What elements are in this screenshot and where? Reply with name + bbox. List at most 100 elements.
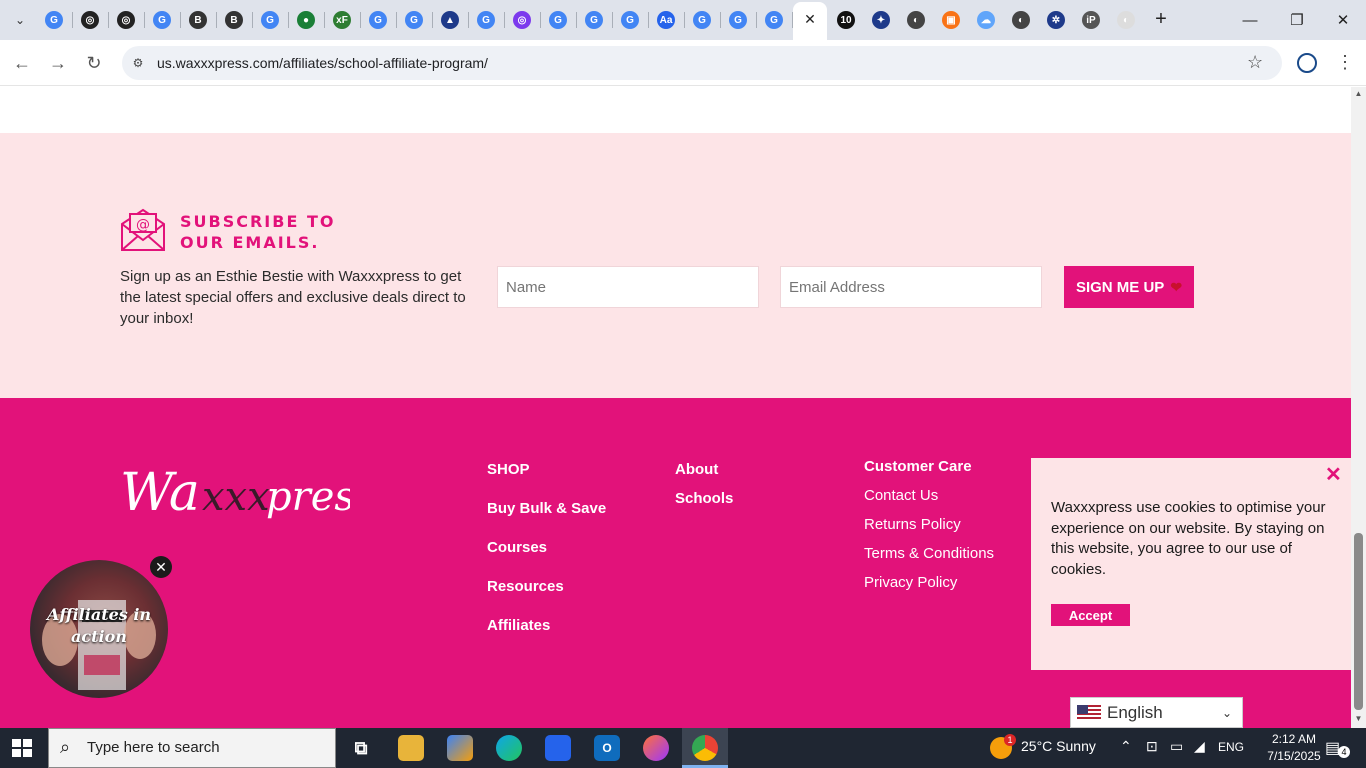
tab-separator xyxy=(468,12,469,28)
tray-chevron-up-icon[interactable]: ⌃ xyxy=(1120,738,1132,755)
file-explorer-icon[interactable] xyxy=(398,735,424,761)
wifi-icon[interactable]: ◢ xyxy=(1194,738,1205,755)
footer-link-privacy[interactable]: Privacy Policy xyxy=(864,574,957,591)
tab-favicon[interactable]: G xyxy=(153,11,171,29)
profile-icon[interactable] xyxy=(1297,53,1317,73)
cookie-close-icon[interactable]: ✕ xyxy=(1325,462,1342,487)
maximize-button[interactable]: ❐ xyxy=(1285,8,1309,32)
footer-link-courses[interactable]: Courses xyxy=(487,539,547,556)
menu-kebab-icon[interactable]: ⋮ xyxy=(1336,52,1354,73)
tab-favicon[interactable]: ◎ xyxy=(513,11,531,29)
bookmark-star-icon[interactable]: ☆ xyxy=(1247,52,1263,73)
tab-separator xyxy=(144,12,145,28)
language-selector[interactable]: English ⌄ xyxy=(1070,697,1243,728)
tab-favicon[interactable]: ▣ xyxy=(942,11,960,29)
meet-icon[interactable]: ⊡ xyxy=(1146,738,1158,755)
tab-favicon[interactable]: ◐ xyxy=(907,11,925,29)
tab-favicon[interactable]: B xyxy=(189,11,207,29)
tab-favicon[interactable]: xF xyxy=(333,11,351,29)
footer-link-bulk[interactable]: Buy Bulk & Save xyxy=(487,500,606,517)
tab-favicon[interactable]: G xyxy=(369,11,387,29)
tab-favicon[interactable]: G xyxy=(765,11,783,29)
tab-favicon[interactable]: ◐ xyxy=(1012,11,1030,29)
tab-favicon[interactable]: B xyxy=(225,11,243,29)
firefox-icon[interactable] xyxy=(643,735,669,761)
footer-link-terms[interactable]: Terms & Conditions xyxy=(864,545,994,562)
forward-arrow-icon[interactable]: → xyxy=(47,52,69,74)
footer-link-schools[interactable]: Schools xyxy=(675,490,733,507)
footer-link-contact[interactable]: Contact Us xyxy=(864,487,938,504)
weather-text[interactable]: 25°C Sunny xyxy=(1021,738,1096,754)
task-view-icon[interactable]: ⧉ xyxy=(348,735,374,761)
tab-favicon[interactable]: G xyxy=(405,11,423,29)
scrollbar-thumb[interactable] xyxy=(1354,533,1363,710)
tab-search-chevron-icon[interactable]: ⌄ xyxy=(8,8,32,32)
subscribe-description: Sign up as an Esthie Bestie with Waxxxpr… xyxy=(120,268,466,327)
tab-separator xyxy=(180,12,181,28)
edge-icon[interactable] xyxy=(496,735,522,761)
battery-icon[interactable]: ▭ xyxy=(1170,738,1183,755)
store-icon[interactable] xyxy=(545,735,571,761)
scroll-up-icon[interactable]: ▲ xyxy=(1353,89,1364,98)
tab-favicon[interactable]: G xyxy=(45,11,63,29)
affiliate-bubble-label: Affiliates in action xyxy=(46,605,152,646)
tab-favicon[interactable]: ● xyxy=(297,11,315,29)
tab-favicon[interactable]: G xyxy=(585,11,603,29)
tab-favicon[interactable]: iP xyxy=(1082,11,1100,29)
subscribe-title: SUBSCRIBE TO OUR EMAILS. xyxy=(180,212,336,252)
tab-favicon[interactable]: G xyxy=(261,11,279,29)
tab-favicon[interactable]: ◎ xyxy=(81,11,99,29)
chrome-icon[interactable] xyxy=(692,735,718,761)
email-input[interactable] xyxy=(780,266,1042,308)
site-info-icon[interactable]: ⚙ xyxy=(128,53,148,73)
tab-favicon[interactable]: 10 xyxy=(837,11,855,29)
windows-start-icon[interactable] xyxy=(12,739,32,757)
footer-link-resources[interactable]: Resources xyxy=(487,578,564,595)
svg-text:xxx: xxx xyxy=(202,474,270,520)
name-input[interactable] xyxy=(497,266,759,308)
back-arrow-icon[interactable]: ← xyxy=(11,52,33,74)
tab-separator xyxy=(432,12,433,28)
language-indicator[interactable]: ENG xyxy=(1218,740,1244,754)
sign-me-up-button[interactable]: SIGN ME UP ❤ xyxy=(1064,266,1194,308)
tab-favicon[interactable]: ☁ xyxy=(977,11,995,29)
tab-favicon[interactable]: G xyxy=(477,11,495,29)
close-window-button[interactable]: ✕ xyxy=(1331,8,1355,32)
tab-favicon[interactable]: G xyxy=(693,11,711,29)
affiliate-close-icon[interactable]: ✕ xyxy=(150,556,172,578)
cookie-accept-button[interactable]: Accept xyxy=(1051,604,1130,626)
svg-text:@: @ xyxy=(136,217,150,233)
tab-separator xyxy=(216,12,217,28)
search-icon: ⌕ xyxy=(60,737,71,757)
tab-favicon[interactable]: ✦ xyxy=(872,11,890,29)
url-text[interactable]: us.waxxxpress.com/affiliates/school-affi… xyxy=(157,55,488,71)
footer-link-about[interactable]: About xyxy=(675,461,718,478)
footer-link-shop[interactable]: SHOP xyxy=(487,461,530,478)
tab-favicon[interactable]: ◐ xyxy=(1117,11,1135,29)
minimize-button[interactable]: — xyxy=(1238,8,1262,32)
tab-separator xyxy=(360,12,361,28)
tab-favicon[interactable]: ✲ xyxy=(1047,11,1065,29)
tab-separator xyxy=(396,12,397,28)
taskbar-clock[interactable]: 2:12 AM 7/15/2025 xyxy=(1262,731,1326,765)
footer-link-affiliates[interactable]: Affiliates xyxy=(487,617,550,634)
tab-favicon[interactable]: ▲ xyxy=(441,11,459,29)
new-tab-button[interactable]: + xyxy=(1150,8,1172,30)
waxxxpress-logo[interactable]: Wa xxx press xyxy=(120,454,350,534)
outlook-icon[interactable]: O xyxy=(594,735,620,761)
tab-separator xyxy=(72,12,73,28)
clock-date: 7/15/2025 xyxy=(1267,749,1321,763)
tab-favicon[interactable]: G xyxy=(621,11,639,29)
us-flag-icon xyxy=(1077,704,1101,721)
tab-favicon[interactable]: ◎ xyxy=(117,11,135,29)
tab-separator xyxy=(720,12,721,28)
tab-favicon[interactable]: Aa xyxy=(657,11,675,29)
taskbar-search-placeholder[interactable]: Type here to search xyxy=(87,739,220,756)
tab-favicon[interactable]: G xyxy=(729,11,747,29)
scroll-down-icon[interactable]: ▼ xyxy=(1353,714,1364,723)
copilot-icon[interactable] xyxy=(447,735,473,761)
close-tab-icon[interactable]: ✕ xyxy=(801,10,819,28)
tab-favicon[interactable]: G xyxy=(549,11,567,29)
reload-icon[interactable]: ↻ xyxy=(83,52,105,74)
footer-link-returns[interactable]: Returns Policy xyxy=(864,516,961,533)
